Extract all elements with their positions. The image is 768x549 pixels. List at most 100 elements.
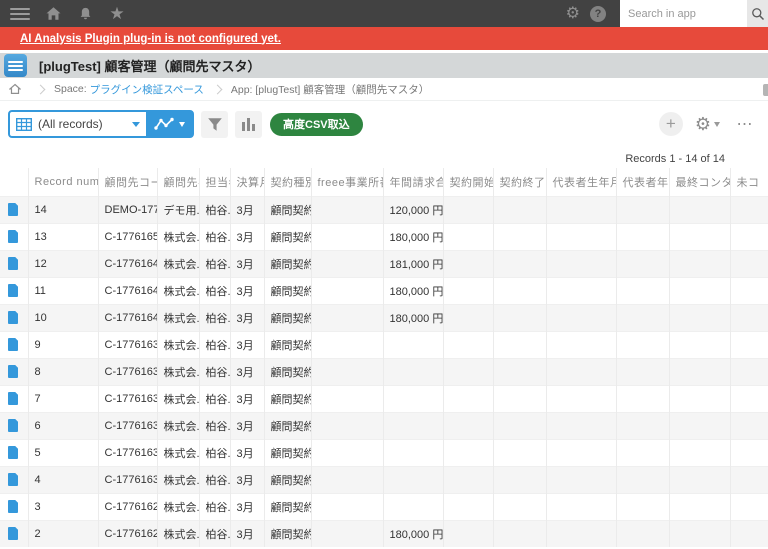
cell-contract-start <box>443 222 494 250</box>
open-record-icon[interactable] <box>8 283 19 297</box>
view-select-dropdown[interactable]: (All records) <box>10 112 146 136</box>
help-icon[interactable]: ? <box>590 5 606 22</box>
column-header[interactable]: 担当者 <box>199 168 231 196</box>
cell-freee-number <box>311 384 384 412</box>
cell-client-name: 株式会... <box>157 222 200 250</box>
column-header[interactable]: 代表者生年月日 <box>546 168 617 196</box>
cell-contract-type: 顧問契約 <box>264 492 312 520</box>
app-icon[interactable] <box>4 54 27 77</box>
column-header[interactable]: 最終コンタクト日 <box>669 168 731 196</box>
open-record-icon[interactable] <box>8 310 19 324</box>
table-header-row: Record number顧問先コード顧問先名担当者決算月契約種別freee事業… <box>0 168 768 196</box>
cell-record-number: 4 <box>28 465 99 493</box>
open-record-icon[interactable] <box>8 391 19 405</box>
cell-extra <box>730 276 768 304</box>
cell-rep-age <box>616 357 670 385</box>
cell-client-name: 株式会... <box>157 303 200 331</box>
open-record-icon[interactable] <box>8 499 19 513</box>
csv-import-button[interactable]: 高度CSV取込 <box>270 112 363 136</box>
column-header[interactable]: 顧問先コード <box>98 168 158 196</box>
open-record-icon[interactable] <box>8 202 19 216</box>
open-record-icon[interactable] <box>8 418 19 432</box>
cell-freee-number <box>311 195 384 223</box>
search-input[interactable] <box>620 0 747 27</box>
cell-rep-birthdate <box>546 492 617 520</box>
breadcrumb: Space: プラグイン検証スペース App: [plugTest] 顧客管理（… <box>0 78 768 101</box>
notification-bell-icon[interactable] <box>76 5 94 23</box>
search-button[interactable] <box>747 0 768 27</box>
cell-client-name: 株式会... <box>157 276 200 304</box>
plugin-warning-link[interactable]: AI Analysis Plugin plug-in is not config… <box>20 33 281 45</box>
open-record-icon[interactable] <box>8 364 19 378</box>
graph-view-dropdown[interactable] <box>146 112 192 136</box>
cell-rep: 柏谷... <box>199 519 231 547</box>
cell-rep-age <box>616 249 670 277</box>
column-header[interactable]: 決算月 <box>230 168 265 196</box>
cell-record-number: 12 <box>28 249 99 277</box>
cell-client-code: C-17761636... <box>98 357 158 385</box>
cell-annual-billing <box>383 411 444 439</box>
cell-client-name: 株式会... <box>157 411 200 439</box>
app-settings-button[interactable]: ⚙ <box>695 115 720 133</box>
cell-client-code: C-17761642... <box>98 303 158 331</box>
cell-rep-age <box>616 222 670 250</box>
cell-record-number: 14 <box>28 195 99 223</box>
cell-freee-number <box>311 276 384 304</box>
cell-contract-type: 顧問契約 <box>264 384 312 412</box>
cell-rep: 柏谷... <box>199 411 231 439</box>
open-record-icon[interactable] <box>8 229 19 243</box>
column-header[interactable]: 契約開始日 <box>443 168 494 196</box>
cell-annual-billing <box>383 438 444 466</box>
column-header[interactable]: 代表者年齢 <box>616 168 670 196</box>
add-record-button[interactable]: + <box>658 112 683 136</box>
cell-fiscal-month: 3月 <box>230 195 265 223</box>
cell-extra <box>730 357 768 385</box>
column-header[interactable]: 契約種別 <box>264 168 312 196</box>
open-record-icon[interactable] <box>8 472 19 486</box>
favorites-star-icon[interactable]: ★ <box>108 4 126 23</box>
cell-rep-age <box>616 384 670 412</box>
chart-button[interactable] <box>235 110 262 138</box>
column-header[interactable]: 年間請求合計 <box>383 168 444 196</box>
column-header[interactable]: 顧問先名 <box>157 168 200 196</box>
table-row: 14 DEMO-1776... デモ用... 柏谷... 3月 顧問契約 120… <box>0 195 768 223</box>
cell-contract-start <box>443 411 494 439</box>
table-row: 5 C-17761633... 株式会... 柏谷... 3月 顧問契約 <box>0 438 768 466</box>
table-row: 4 C-17761633... 株式会... 柏谷... 3月 顧問契約 <box>0 465 768 493</box>
breadcrumb-space-link[interactable]: プラグイン検証スペース <box>90 82 204 97</box>
cell-rep-birthdate <box>546 222 617 250</box>
cell-contract-start <box>443 438 494 466</box>
home-icon[interactable] <box>44 5 62 23</box>
cell-annual-billing <box>383 492 444 520</box>
cell-record-number: 5 <box>28 438 99 466</box>
cell-contract-type: 顧問契約 <box>264 438 312 466</box>
bar-chart-icon <box>242 117 255 131</box>
admin-gear-icon[interactable]: ⚙ <box>566 5 580 23</box>
breadcrumb-home-icon[interactable] <box>9 83 21 95</box>
open-record-icon[interactable] <box>8 526 19 540</box>
cell-rep-birthdate <box>546 195 617 223</box>
table-row: 7 C-17761635... 株式会... 柏谷... 3月 顧問契約 <box>0 384 768 412</box>
cell-fiscal-month: 3月 <box>230 411 265 439</box>
cell-record-number: 9 <box>28 330 99 358</box>
cell-client-name: 株式会... <box>157 249 200 277</box>
open-record-icon[interactable] <box>8 256 19 270</box>
cell-last-contact <box>669 330 731 358</box>
filter-button[interactable] <box>201 110 228 138</box>
table-row: 8 C-17761636... 株式会... 柏谷... 3月 顧問契約 <box>0 357 768 385</box>
column-header[interactable]: 未コ <box>730 168 768 196</box>
hamburger-menu-icon[interactable] <box>10 7 30 20</box>
column-header[interactable]: 契約終了日 <box>493 168 547 196</box>
open-record-icon[interactable] <box>8 337 19 351</box>
cell-record-number: 11 <box>28 276 99 304</box>
column-header[interactable]: freee事業所番号 <box>311 168 384 196</box>
column-header[interactable]: Record number <box>28 168 99 196</box>
icon-column-header <box>0 168 29 196</box>
cell-annual-billing: 181,000 円 <box>383 249 444 277</box>
cell-freee-number <box>311 411 384 439</box>
more-options-button[interactable]: ⋯ <box>732 114 758 134</box>
cell-contract-start <box>443 492 494 520</box>
open-record-icon[interactable] <box>8 445 19 459</box>
cell-contract-end <box>493 303 547 331</box>
line-graph-icon <box>153 117 174 130</box>
